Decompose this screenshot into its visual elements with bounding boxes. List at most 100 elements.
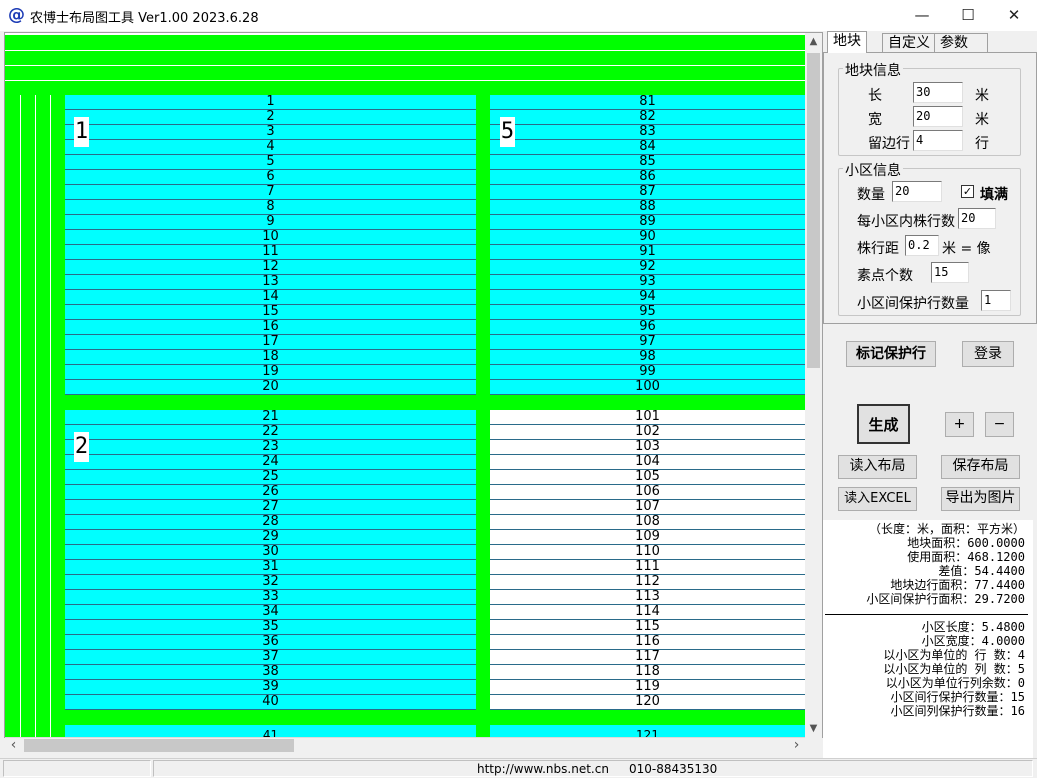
- length-unit: 米: [975, 88, 989, 104]
- plot-row: 6: [65, 170, 476, 185]
- row-spacing-label: 株行距: [857, 241, 899, 257]
- plot-row: 92: [490, 260, 805, 275]
- zone-count-field[interactable]: 20: [892, 181, 942, 202]
- plot-row: 27: [65, 500, 476, 515]
- stats-row-protect-count: 小区间行保护行数量：15: [890, 690, 1025, 704]
- plot-row: 112: [490, 575, 805, 590]
- plot-row: 101: [490, 410, 805, 425]
- statistics-panel: （长度：米，面积：平方米） 地块面积：600.0000 使用面积：468.120…: [823, 520, 1033, 760]
- scroll-right-icon[interactable]: ›: [788, 737, 805, 754]
- scroll-up-icon[interactable]: ▲: [805, 33, 822, 50]
- plot-row: 108: [490, 515, 805, 530]
- protect-rows-field[interactable]: 1: [981, 290, 1011, 311]
- block-label: 2: [74, 432, 89, 462]
- plot-row: 23: [65, 440, 476, 455]
- login-button[interactable]: 登录: [962, 341, 1014, 367]
- fill-checkbox-label[interactable]: 填满: [980, 184, 1008, 204]
- maximize-button[interactable]: ☐: [945, 0, 991, 31]
- plot-row: 7: [65, 185, 476, 200]
- block-protect-row: [65, 395, 805, 410]
- plot-row: 95: [490, 305, 805, 320]
- plot-row: 99: [490, 365, 805, 380]
- load-excel-button[interactable]: 读入EXCEL: [838, 487, 917, 511]
- length-field[interactable]: 30: [913, 82, 963, 103]
- plot-row: 89: [490, 215, 805, 230]
- plot-row: 111: [490, 560, 805, 575]
- plot-row: 81: [490, 95, 805, 110]
- plot-row: 18: [65, 350, 476, 365]
- plot-row: 24: [65, 455, 476, 470]
- window-title: 农博士布局图工具 Ver1.00 2023.6.28: [30, 11, 259, 26]
- plot-row: 19: [65, 365, 476, 380]
- plot-row: 10: [65, 230, 476, 245]
- plot-row: 3: [65, 125, 476, 140]
- margin-rows-field[interactable]: 4: [913, 130, 963, 151]
- status-phone: 010-88435130: [629, 762, 718, 776]
- tab-custom[interactable]: 自定义: [882, 33, 936, 53]
- load-layout-button[interactable]: 读入布局: [838, 455, 917, 479]
- plot-row: 96: [490, 320, 805, 335]
- protect-rows-label: 小区间保护行数量: [857, 296, 969, 312]
- block-protect-row: [65, 710, 805, 725]
- block-label: 1: [74, 117, 89, 147]
- plot-row: 83: [490, 125, 805, 140]
- plot-row: 100: [490, 380, 805, 395]
- generate-button[interactable]: 生成: [857, 404, 910, 444]
- horizontal-scroll-thumb[interactable]: [24, 739, 294, 752]
- pixel-count-field[interactable]: 15: [931, 262, 969, 283]
- fill-checkbox[interactable]: ✓: [961, 185, 974, 198]
- plot-row: 85: [490, 155, 805, 170]
- row-spacing-field[interactable]: 0.2: [905, 235, 939, 256]
- plot-row: 119: [490, 680, 805, 695]
- plot-row: 11: [65, 245, 476, 260]
- tab-plot[interactable]: 地块: [827, 31, 867, 53]
- rows-per-zone-field[interactable]: 20: [958, 208, 996, 229]
- save-layout-button[interactable]: 保存布局: [941, 455, 1020, 479]
- width-label: 宽: [868, 112, 882, 128]
- plot-row: 116: [490, 635, 805, 650]
- plot-info-title: 地块信息: [843, 60, 903, 80]
- status-url: http://www.nbs.net.cn: [477, 762, 609, 776]
- protect-row-divider: [5, 80, 805, 81]
- plot-row: 82: [490, 110, 805, 125]
- stats-margin-area: 地块边行面积：77.4400: [890, 578, 1025, 592]
- vertical-scroll-thumb[interactable]: [807, 53, 820, 368]
- close-button[interactable]: ✕: [991, 0, 1037, 31]
- plot-row: 35: [65, 620, 476, 635]
- plot-row: 9: [65, 215, 476, 230]
- plot-row: 32: [65, 575, 476, 590]
- plot-row: 21: [65, 410, 476, 425]
- tab-params[interactable]: 参数: [934, 33, 988, 53]
- export-image-button[interactable]: 导出为图片: [941, 487, 1020, 511]
- block-label: 5: [500, 117, 515, 147]
- pixel-count-label: 素点个数: [857, 268, 913, 284]
- stats-plot-area: 地块面积：600.0000: [907, 536, 1025, 550]
- plot-row: 106: [490, 485, 805, 500]
- margin-rows-label: 留边行: [868, 136, 910, 152]
- scroll-down-icon[interactable]: ▼: [805, 720, 822, 737]
- plot-row: 34: [65, 605, 476, 620]
- plot-row: 88: [490, 200, 805, 215]
- plot-row: 91: [490, 245, 805, 260]
- zoom-out-button[interactable]: −: [985, 412, 1014, 437]
- zoom-in-button[interactable]: +: [945, 412, 974, 437]
- minimize-button[interactable]: —: [899, 0, 945, 31]
- stats-divider: [825, 614, 1028, 615]
- stats-protect-area: 小区间保护行面积：29.7200: [866, 592, 1025, 606]
- width-field[interactable]: 20: [913, 106, 963, 127]
- plot-row: 4: [65, 140, 476, 155]
- plot-row: 5: [65, 155, 476, 170]
- protect-col-divider: [35, 95, 36, 737]
- plot-row: 16: [65, 320, 476, 335]
- plot-row: 28: [65, 515, 476, 530]
- app-icon: @: [8, 5, 25, 25]
- plot-row: 31: [65, 560, 476, 575]
- scroll-left-icon[interactable]: ‹: [5, 737, 22, 754]
- plot-row: 107: [490, 500, 805, 515]
- stats-zone-width: 小区宽度：4.0000: [921, 634, 1025, 648]
- plot-row: 90: [490, 230, 805, 245]
- plot-row: 26: [65, 485, 476, 500]
- plot-row: 1: [65, 95, 476, 110]
- stats-difference: 差值：54.4400: [938, 564, 1025, 578]
- mark-protect-button[interactable]: 标记保护行: [846, 341, 936, 367]
